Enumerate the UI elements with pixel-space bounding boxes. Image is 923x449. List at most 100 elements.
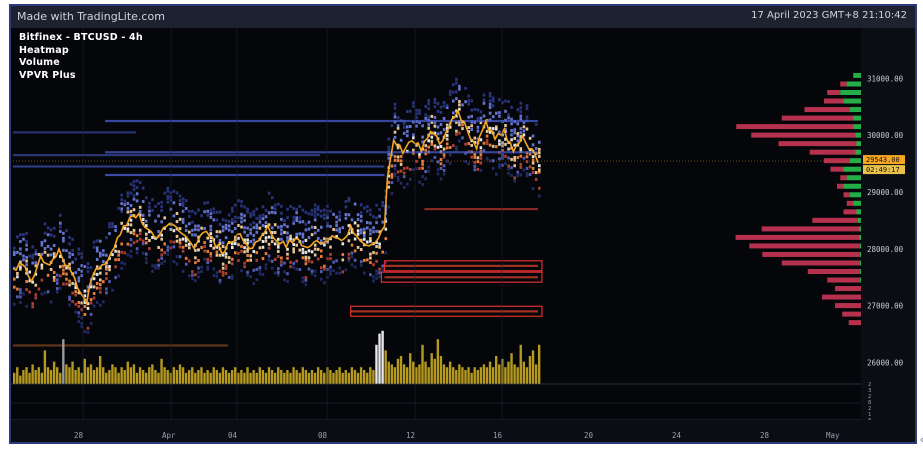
heatmap-cell	[111, 225, 114, 229]
heatmap-cell	[424, 113, 427, 117]
heatmap-cell	[132, 228, 136, 232]
heatmap-cell	[221, 241, 225, 245]
heatmap-cell	[231, 206, 234, 210]
volume-bar	[537, 344, 541, 384]
heatmap-cell	[34, 249, 38, 253]
heatmap-cell	[495, 111, 498, 115]
volume-bar	[135, 372, 139, 384]
heatmap-cell	[393, 115, 397, 119]
heatmap-cell	[117, 258, 120, 262]
heatmap-cell	[310, 269, 314, 273]
heatmap-cell	[366, 209, 369, 213]
heatmap-cell	[52, 279, 56, 282]
heatmap-chart[interactable]: 31000.00 30000.00 29000.00 28000.00 27000.00…	[11, 28, 915, 442]
heatmap-cell	[65, 249, 68, 253]
heatmap-cell	[148, 201, 151, 205]
heatmap-cell	[92, 285, 96, 289]
heatmap-cell	[301, 280, 305, 284]
heatmap-cell	[234, 203, 237, 207]
heatmap-cell	[258, 226, 262, 230]
heatmap-cell	[154, 204, 157, 208]
heatmap-cell	[498, 111, 501, 115]
heatmap-cell	[323, 237, 326, 241]
heatmap-cell	[40, 243, 44, 247]
heatmap-cell	[479, 156, 483, 160]
heatmap-cell	[375, 259, 378, 263]
heatmap-cell	[62, 239, 65, 243]
heatmap-cell	[504, 142, 507, 146]
heatmap-cell	[470, 99, 473, 103]
heatmap-cell	[415, 124, 418, 128]
heatmap-cell	[19, 295, 22, 299]
heatmap-cell	[473, 136, 477, 140]
heatmap-cell	[249, 223, 252, 227]
heatmap-cell	[406, 110, 409, 113]
heatmap-cell	[252, 233, 256, 237]
heatmap-cell	[194, 211, 197, 215]
heatmap-cell	[138, 181, 142, 185]
heatmap-cell	[19, 288, 22, 292]
heatmap-cell	[31, 302, 34, 306]
heatmap-cell	[366, 226, 369, 230]
legend-vpvr[interactable]: VPVR Plus	[19, 70, 143, 83]
heatmap-cell	[267, 254, 271, 258]
heatmap-cell	[16, 275, 19, 279]
heatmap-cell	[62, 272, 65, 276]
chevron-left-icon[interactable]: ‹	[920, 433, 923, 446]
heatmap-cell	[255, 226, 259, 230]
heatmap-cell	[46, 290, 50, 294]
heatmap-cell	[178, 255, 182, 259]
volume-bar	[123, 370, 126, 384]
heatmap-cell	[488, 111, 492, 115]
heatmap-cell	[482, 141, 486, 145]
legend-volume[interactable]: Volume	[19, 57, 143, 70]
heatmap-cell	[375, 276, 378, 280]
heatmap-cell	[485, 157, 489, 161]
volume-bar	[313, 372, 317, 384]
heatmap-cell	[129, 209, 133, 213]
heatmap-cell	[347, 256, 351, 260]
heatmap-cell	[473, 164, 477, 168]
legend-symbol[interactable]: Bitfinex - BTCUSD - 4h	[19, 32, 143, 45]
heatmap-cell	[178, 238, 182, 242]
volume-bar	[234, 367, 237, 384]
heatmap-cell	[13, 250, 16, 254]
heatmap-cell	[326, 221, 329, 225]
heatmap-cell	[209, 224, 213, 228]
heatmap-cell	[129, 238, 133, 242]
heatmap-cell	[310, 233, 314, 237]
heatmap-cell	[135, 179, 139, 183]
heatmap-cell	[439, 158, 443, 161]
legend-heatmap[interactable]: Heatmap	[19, 45, 143, 58]
vpvr-sell-bar	[835, 303, 862, 309]
volume-bar	[22, 370, 25, 384]
volume-bar	[301, 367, 304, 384]
heatmap-cell	[267, 191, 271, 195]
volume-bar	[111, 364, 114, 384]
timestamp-label: 17 April 2023 GMT+8 21:10:42	[751, 10, 907, 21]
heatmap-cell	[378, 242, 381, 246]
heatmap-cell	[65, 277, 68, 281]
heatmap-cell	[467, 126, 470, 129]
heatmap-cell	[292, 247, 295, 251]
heatmap-cell	[132, 197, 136, 201]
heatmap-cell	[126, 210, 130, 214]
heatmap-cell	[175, 234, 179, 238]
heatmap-cell	[224, 219, 228, 223]
heatmap-cell	[341, 226, 345, 230]
heatmap-cell	[473, 161, 477, 164]
heatmap-cell	[89, 266, 93, 270]
heatmap-cell	[252, 250, 256, 253]
heatmap-cell	[237, 251, 240, 255]
heatmap-cell	[329, 272, 332, 276]
heatmap-cell	[160, 248, 163, 252]
heatmap-cell	[138, 228, 142, 232]
heatmap-cell	[356, 213, 360, 217]
heatmap-cell	[488, 94, 492, 98]
heatmap-cell	[525, 104, 529, 108]
heatmap-cell	[369, 228, 372, 232]
heatmap-cell	[280, 217, 283, 221]
heatmap-cell	[243, 250, 246, 254]
heatmap-cell	[108, 232, 111, 236]
heatmap-cell	[491, 104, 495, 108]
